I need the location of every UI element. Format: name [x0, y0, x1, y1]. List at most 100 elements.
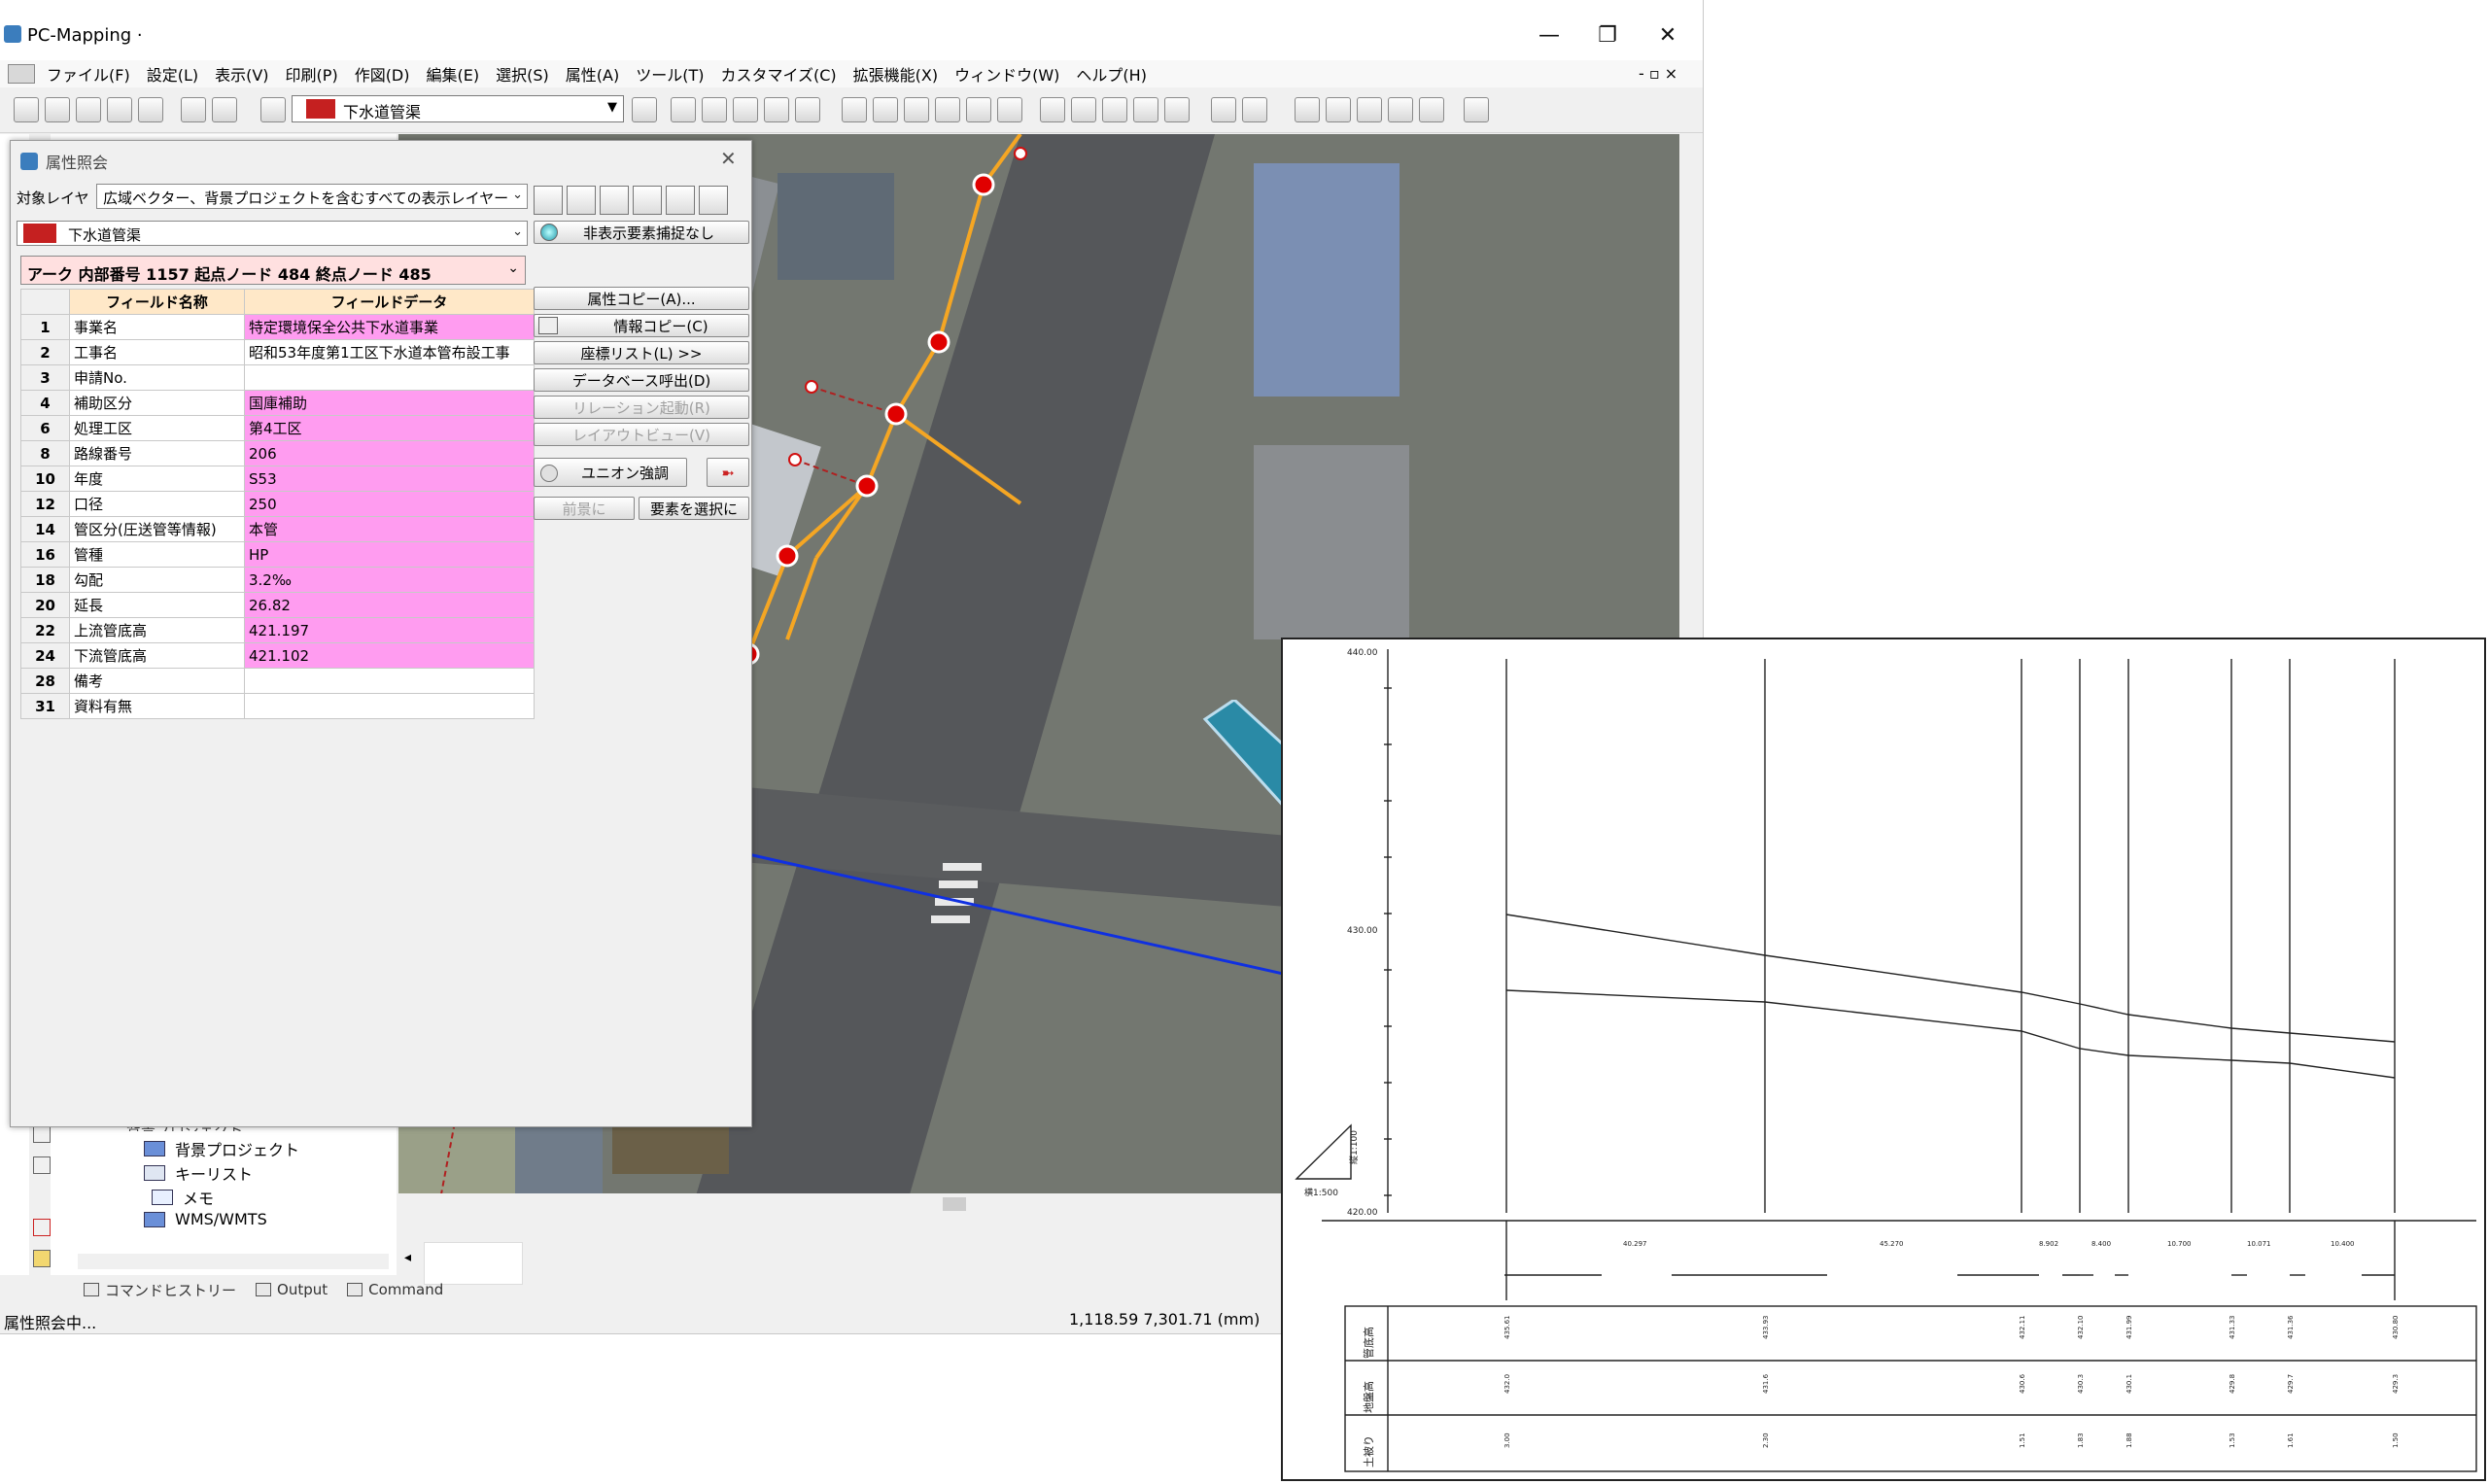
node-icon[interactable]	[842, 97, 867, 122]
field-data-cell[interactable]: 第4工区	[244, 415, 535, 441]
menu-edit[interactable]: 編集(E)	[427, 62, 480, 86]
menu-extensions[interactable]: 拡張機能(X)	[853, 62, 938, 86]
field-data-cell[interactable]: HP	[244, 541, 535, 568]
flag-icon[interactable]	[935, 97, 960, 122]
field-data-cell[interactable]: 昭和53年度第1工区下水道本管布設工事	[244, 339, 535, 365]
menu-attribute[interactable]: 属性(A)	[566, 62, 619, 86]
field-name-cell[interactable]: 管種	[69, 541, 245, 568]
dock-tool-icon[interactable]	[33, 1125, 51, 1143]
field-data-cell[interactable]: 本管	[244, 516, 535, 542]
field-name-cell[interactable]: 工事名	[69, 339, 245, 365]
zoom-in-icon[interactable]	[733, 97, 758, 122]
close-button[interactable]: ✕	[1641, 14, 1695, 56]
column-header-field-data[interactable]: フィールドデータ	[244, 289, 535, 315]
field-name-cell[interactable]: 下流管底高	[69, 642, 245, 669]
table-view-icon[interactable]	[600, 186, 629, 215]
table3-icon[interactable]	[1102, 97, 1127, 122]
field-data-cell[interactable]: 26.82	[244, 592, 535, 618]
table-row[interactable]: 1 事業名 特定環境保全公共下水道事業	[20, 314, 535, 340]
tree-item-background-project[interactable]: 背景プロジェクト	[144, 1137, 299, 1160]
minimize-button[interactable]: —	[1522, 14, 1576, 56]
table-row[interactable]: 31 資料有無	[20, 693, 535, 719]
field-name-cell[interactable]: 口径	[69, 491, 245, 517]
mdi-window-buttons[interactable]: - ▫ ×	[1639, 64, 1677, 83]
zoom-all-icon[interactable]	[795, 97, 820, 122]
tab-command-history[interactable]: コマンドヒストリー	[84, 1280, 236, 1300]
table-row[interactable]: 22 上流管底高 421.197	[20, 617, 535, 643]
split-h-icon[interactable]	[1211, 97, 1236, 122]
layer-select-combo[interactable]: 下水道管渠 ⌄	[17, 221, 528, 246]
field-name-cell[interactable]: 勾配	[69, 567, 245, 593]
field-name-cell[interactable]: 資料有無	[69, 693, 245, 719]
arc-edit-icon[interactable]	[904, 97, 929, 122]
zoom-out-icon[interactable]	[764, 97, 789, 122]
arc-icon[interactable]	[873, 97, 898, 122]
image-tool-icon[interactable]	[666, 186, 695, 215]
field-data-cell[interactable]: 421.102	[244, 642, 535, 669]
scroll-left-icon[interactable]: ◂	[404, 1250, 411, 1265]
table-row[interactable]: 2 工事名 昭和53年度第1工区下水道本管布設工事	[20, 339, 535, 365]
field-name-cell[interactable]: 管区分(圧送管等情報)	[69, 516, 245, 542]
dock-tool-icon[interactable]	[33, 1250, 51, 1267]
table-row[interactable]: 12 口径 250	[20, 491, 535, 517]
symbol-icon[interactable]	[997, 97, 1022, 122]
info-copy-button[interactable]: 情報コピー(C)	[534, 314, 749, 337]
field-name-cell[interactable]: 備考	[69, 668, 245, 694]
table4-icon[interactable]	[1133, 97, 1158, 122]
layer-icon[interactable]	[260, 97, 286, 122]
zoom-prev-icon[interactable]	[702, 97, 727, 122]
tree-horizontal-scrollbar[interactable]	[78, 1254, 389, 1269]
table5-icon[interactable]	[1164, 97, 1190, 122]
save-icon[interactable]	[76, 97, 101, 122]
menu-select[interactable]: 選択(S)	[496, 62, 549, 86]
menu-help[interactable]: ヘルプ(H)	[1076, 62, 1147, 86]
menu-print[interactable]: 印刷(P)	[286, 62, 338, 86]
new-icon[interactable]	[14, 97, 39, 122]
window-stack-icon[interactable]	[1326, 97, 1351, 122]
field-name-cell[interactable]: 補助区分	[69, 390, 245, 416]
relation-launch-button[interactable]: リレーション起動(R)	[534, 396, 749, 419]
window-tile-h-icon[interactable]	[1357, 97, 1382, 122]
edit-layer-icon[interactable]	[632, 97, 657, 122]
restore-button[interactable]: ❐	[1580, 14, 1635, 56]
field-name-cell[interactable]: 年度	[69, 466, 245, 492]
field-data-cell[interactable]: 250	[244, 491, 535, 517]
field-data-cell[interactable]: S53	[244, 466, 535, 492]
globe-icon[interactable]	[181, 97, 206, 122]
field-data-cell[interactable]	[244, 668, 535, 694]
pin-button[interactable]: ➼	[707, 458, 749, 487]
field-data-cell[interactable]: 特定環境保全公共下水道事業	[244, 314, 535, 340]
table-row[interactable]: 3 申請No.	[20, 364, 535, 391]
layer-combo[interactable]: 下水道管渠 ▼	[292, 95, 624, 122]
layer-settings-icon[interactable]	[212, 97, 237, 122]
field-name-cell[interactable]: 路線番号	[69, 440, 245, 466]
tree-item-key-list[interactable]: キーリスト	[144, 1161, 253, 1185]
menu-settings[interactable]: 設定(L)	[147, 62, 198, 86]
query-tool-icon[interactable]	[534, 186, 563, 215]
mdi-icon[interactable]	[8, 64, 35, 84]
table-row[interactable]: 18 勾配 3.2‰	[20, 567, 535, 593]
union-highlight-button[interactable]: ユニオン強調	[534, 458, 687, 487]
window-tile-v-icon[interactable]	[1388, 97, 1413, 122]
bring-front-button[interactable]: 前景に	[534, 497, 635, 520]
table-row[interactable]: 6 処理工区 第4工区	[20, 415, 535, 441]
layout-view-button[interactable]: レイアウトビュー(V)	[534, 423, 749, 446]
table-row[interactable]: 14 管区分(圧送管等情報) 本管	[20, 516, 535, 542]
menu-file[interactable]: ファイル(F)	[47, 62, 130, 86]
field-name-cell[interactable]: 申請No.	[69, 364, 245, 391]
table-row[interactable]: 10 年度 S53	[20, 466, 535, 492]
annotation-icon[interactable]	[966, 97, 991, 122]
table-row[interactable]: 8 路線番号 206	[20, 440, 535, 466]
table-icon[interactable]	[1040, 97, 1065, 122]
split-v-icon[interactable]	[1242, 97, 1267, 122]
table-row[interactable]: 28 備考	[20, 668, 535, 694]
save-all-icon[interactable]	[107, 97, 132, 122]
window-cascade-icon[interactable]	[1295, 97, 1320, 122]
field-data-cell[interactable]: 421.197	[244, 617, 535, 643]
field-name-cell[interactable]: 上流管底高	[69, 617, 245, 643]
field-data-cell[interactable]	[244, 364, 535, 391]
select-element-button[interactable]: 要素を選択に	[639, 497, 749, 520]
grid-icon[interactable]	[1464, 97, 1489, 122]
tab-command[interactable]: Command	[347, 1281, 443, 1298]
menu-tools[interactable]: ツール(T)	[636, 62, 704, 86]
